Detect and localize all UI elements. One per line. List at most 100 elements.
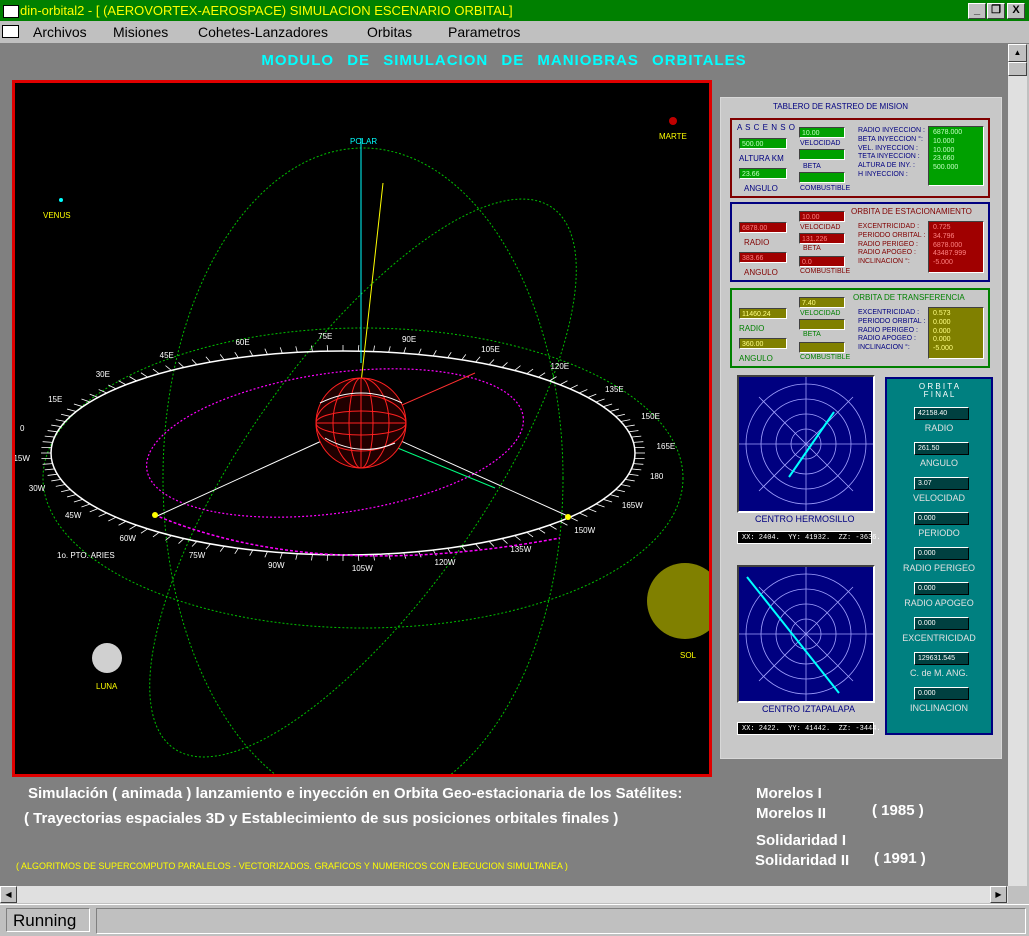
velocidad-label: VELOCIDAD (800, 140, 840, 147)
injection-vector-line (361, 183, 383, 383)
radar2-label: CENTRO IZTAPALAPA (762, 704, 855, 714)
radar2-coords: XX: 2422. YY: 41442. ZZ: -3444. (737, 722, 874, 735)
scroll-thumb[interactable] (1008, 62, 1027, 76)
longitude-tick (192, 541, 197, 546)
orbita-final-value: 0.000 (914, 547, 969, 560)
polar-label: POLAR (350, 137, 377, 146)
longitude-tick (206, 357, 211, 362)
sun-marker (647, 563, 709, 639)
velocidad-label-tr: VELOCIDAD (800, 310, 840, 317)
longitude-label: 60E (235, 338, 249, 347)
horizontal-scrollbar[interactable]: ◀ ▶ (0, 886, 1008, 903)
restore-button[interactable]: ❐ (987, 3, 1005, 19)
radar-iztapalapa (737, 565, 875, 703)
longitude-tick (108, 517, 116, 521)
app-icon[interactable] (3, 5, 19, 18)
title-bar[interactable]: din-orbital2 - [ (AEROVORTEX-AEROSPACE) … (0, 0, 1029, 21)
est-params-values: 0.725 34.796 6878.000 43487.999 -5.000 (928, 221, 984, 273)
tr-params-labels: EXCENTRICIDAD : PERIODO ORBITAL : RADIO … (854, 307, 926, 357)
longitude-label: 30E (96, 370, 110, 379)
longitude-tick (538, 373, 545, 377)
scroll-up-icon[interactable]: ▲ (1008, 44, 1027, 62)
aries-point-marker (152, 512, 158, 518)
venus-label: VENUS (43, 211, 71, 220)
longitude-label: 135E (605, 385, 624, 394)
menu-archivos[interactable]: Archivos (33, 24, 87, 40)
longitude-tick (502, 539, 507, 544)
radar1-coords: XX: 2404. YY: 41932. ZZ: -3636. (737, 531, 872, 544)
radio-label-tr: RADIO (739, 324, 764, 333)
longitude-tick (603, 404, 612, 407)
orbita-final-label: RADIO (887, 423, 991, 433)
longitude-tick (560, 381, 567, 385)
orbita-final-value: 0.000 (914, 582, 969, 595)
angulo-label: ANGULO (744, 184, 778, 193)
longitude-tick (90, 509, 98, 512)
menu-cohetes-lanzadores[interactable]: Cohetes-Lanzadores (198, 24, 328, 40)
close-button[interactable]: X (1007, 3, 1025, 19)
longitude-tick (43, 442, 53, 443)
longitude-tick (633, 442, 643, 443)
venus-marker (59, 198, 63, 202)
orbita-final-label: EXCENTRICIDAD (887, 633, 991, 643)
longitude-tick (220, 354, 224, 359)
minimize-button[interactable]: _ (968, 3, 986, 19)
vertical-scrollbar[interactable]: ▲ (1008, 44, 1027, 886)
radar-grid-1 (739, 377, 873, 511)
radio-label-est: RADIO (744, 238, 769, 247)
longitude-tick (596, 399, 605, 402)
orbital-viewport[interactable]: POLAR MARTE VENUS LUNA SOL 1o. PTO. ARIE… (12, 80, 712, 777)
orbita-final-title: O R B I T A F I N A L (887, 383, 991, 399)
longitude-tick (579, 390, 587, 394)
longitude-tick (549, 525, 556, 529)
longitude-tick (265, 349, 268, 355)
menu-misiones[interactable]: Misiones (113, 24, 168, 40)
description-line1: Simulación ( animada ) lanzamiento e iny… (28, 785, 682, 802)
menu-orbitas[interactable]: Orbitas (367, 24, 412, 40)
document-icon[interactable] (2, 25, 19, 38)
longitude-tick (538, 529, 545, 533)
orbita-final-panel: O R B I T A F I N A L 42158.40RADIO261.5… (885, 377, 993, 735)
longitude-tick (625, 425, 635, 427)
longitude-tick (610, 409, 619, 411)
longitude-tick (489, 359, 494, 364)
longitude-label: 180 (650, 472, 663, 481)
longitude-tick (45, 436, 55, 437)
radar-hermosillo (737, 375, 875, 513)
menu-parametros[interactable]: Parametros (448, 24, 520, 40)
aries-label: 1o. PTO. ARIES (57, 551, 115, 560)
longitude-tick (476, 544, 481, 549)
orbita-final-label: ANGULO (887, 458, 991, 468)
longitude-tick (250, 350, 253, 356)
longitude-tick (119, 381, 126, 385)
longitude-tick (616, 414, 625, 416)
longitude-tick (629, 431, 639, 432)
longitude-tick (67, 494, 76, 496)
longitude-label: 90W (268, 561, 284, 570)
velocidad-label-est: VELOCIDAD (800, 224, 840, 231)
description-line2: ( Trayectorias espaciales 3D y Estableci… (24, 810, 618, 827)
window-title: din-orbital2 - [ (AEROVORTEX-AEROSPACE) … (20, 0, 513, 21)
longitude-tick (327, 345, 328, 351)
beta-label-est: BETA (803, 245, 821, 252)
longitude-tick (515, 366, 521, 371)
sat-solidaridad-1: Solidaridad I (756, 832, 846, 849)
longitude-tick (296, 554, 298, 560)
scroll-right-icon[interactable]: ▶ (990, 886, 1007, 903)
longitude-tick (61, 490, 70, 492)
longitude-tick (74, 499, 83, 502)
longitude-label: 105W (352, 564, 373, 573)
marte-label: MARTE (659, 132, 687, 141)
longitude-tick (165, 366, 171, 371)
longitude-tick (527, 532, 533, 537)
combustible-label-est: COMBUSTIBLE (800, 268, 850, 275)
scroll-left-icon[interactable]: ◀ (0, 886, 17, 903)
longitude-label: 150E (641, 412, 660, 421)
velocidad2-field-est: 131.226 (799, 233, 845, 244)
longitude-tick (81, 399, 90, 402)
moon-marker (92, 643, 122, 673)
longitude-label: 30W (29, 484, 45, 493)
tr-params-values: 0.573 0.000 0.000 0.000 -5.000 (928, 307, 984, 359)
longitude-tick (621, 420, 631, 422)
longitude-label: 120W (435, 558, 456, 567)
